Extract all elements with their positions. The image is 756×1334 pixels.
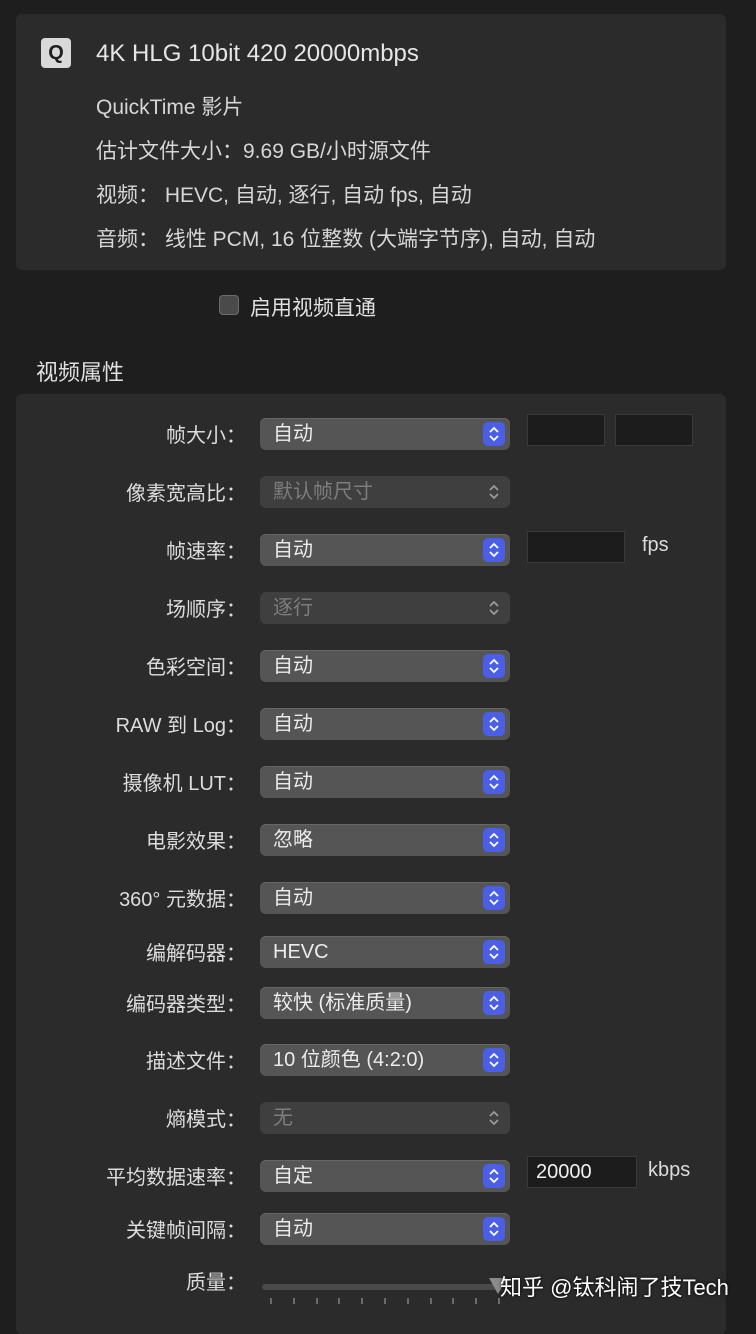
popup-value: 自动 (273, 539, 313, 561)
quicktime-icon: Q (41, 38, 71, 68)
slider-tick (292, 1298, 295, 1304)
row-label: 编解码器： (146, 943, 246, 965)
updown-chevron-icon (483, 654, 505, 678)
row-label: 像素宽高比： (126, 483, 246, 505)
video-summary-line: 视频： HEVC, 自动, 逐行, 自动 fps, 自动 (96, 184, 472, 207)
watermark: 知乎 @钛科闹了技Tech (500, 1275, 729, 1300)
row-label: 电影效果： (146, 831, 246, 853)
video-passthrough-label[interactable]: 启用视频直通 (250, 292, 376, 322)
updown-chevron-icon (483, 1048, 505, 1072)
quality-label: 质量： (186, 1272, 246, 1294)
updown-chevron-icon (483, 1106, 505, 1130)
row-popup-button: 无 (260, 1102, 510, 1134)
row-popup-button[interactable]: 较快 (标准质量) (260, 987, 510, 1019)
frame-rate-field[interactable] (527, 531, 625, 563)
row-popup-button[interactable]: 自动 (260, 650, 510, 682)
row-label: 关键帧间隔： (126, 1220, 246, 1242)
video-properties-heading: 视频属性 (36, 360, 125, 385)
row-popup-button: 逐行 (260, 592, 510, 624)
row-label: 色彩空间： (146, 657, 246, 679)
popup-value: 自动 (273, 713, 313, 735)
slider-tick (338, 1298, 341, 1304)
updown-chevron-icon (483, 828, 505, 852)
popup-value: 忽略 (273, 829, 313, 851)
popup-value: 无 (273, 1107, 293, 1129)
popup-value: 默认帧尺寸 (273, 481, 373, 503)
popup-value: 自动 (273, 655, 313, 677)
updown-chevron-icon (483, 940, 505, 964)
row-label: 场顺序： (166, 599, 246, 621)
row-popup-button[interactable]: 自动 (260, 766, 510, 798)
row-popup-button[interactable]: 10 位颜色 (4:2:0) (260, 1044, 510, 1076)
fps-unit-label: fps (642, 534, 669, 556)
row-label: 熵模式： (166, 1109, 246, 1131)
row-popup-button[interactable]: 自动 (260, 708, 510, 740)
frame-height-field[interactable] (615, 414, 693, 446)
estimated-size-line: 估计文件大小：9.69 GB/小时源文件 (96, 140, 431, 163)
row-popup-button[interactable]: 自动 (260, 882, 510, 914)
updown-chevron-icon (483, 538, 505, 562)
audio-summary-line: 音频： 线性 PCM, 16 位整数 (大端字节序), 自动, 自动 (96, 228, 596, 251)
updown-chevron-icon (483, 991, 505, 1015)
updown-chevron-icon (483, 1164, 505, 1188)
updown-chevron-icon (483, 596, 505, 620)
row-label: 摄像机 LUT： (122, 773, 246, 795)
kbps-unit-label: kbps (648, 1159, 691, 1181)
row-label: 编码器类型： (126, 994, 246, 1016)
slider-tick (406, 1298, 409, 1304)
row-label: 360° 元数据： (119, 889, 246, 911)
row-popup-button[interactable]: 自动 (260, 1213, 510, 1245)
slider-tick (270, 1298, 272, 1304)
row-popup-button[interactable]: HEVC (260, 936, 510, 968)
slider-tick (315, 1298, 318, 1304)
slider-tick (452, 1298, 455, 1304)
preset-title: 4K HLG 10bit 420 20000mbps (96, 40, 419, 67)
slider-tick (429, 1298, 432, 1304)
popup-value: 较快 (标准质量) (273, 992, 412, 1014)
row-label: RAW 到 Log： (115, 715, 246, 737)
row-label: 平均数据速率： (106, 1167, 246, 1189)
row-popup-button[interactable]: 忽略 (260, 824, 510, 856)
popup-value: 逐行 (273, 597, 313, 619)
bitrate-field[interactable]: 20000 (527, 1156, 637, 1188)
video-passthrough-checkbox[interactable] (219, 295, 239, 315)
row-popup-button[interactable]: 自动 (260, 418, 510, 450)
row-label: 帧大小： (166, 425, 246, 447)
updown-chevron-icon (483, 712, 505, 736)
popup-value: 自动 (273, 887, 313, 909)
frame-width-field[interactable] (527, 414, 605, 446)
updown-chevron-icon (483, 886, 505, 910)
quality-slider[interactable] (262, 1284, 498, 1290)
updown-chevron-icon (483, 422, 505, 446)
row-popup-button[interactable]: 自定 (260, 1160, 510, 1192)
popup-value: 自动 (273, 423, 313, 445)
row-label: 帧速率： (166, 541, 246, 563)
slider-tick (361, 1298, 364, 1304)
updown-chevron-icon (483, 770, 505, 794)
updown-chevron-icon (483, 480, 505, 504)
popup-value: 自定 (273, 1165, 313, 1187)
popup-value: 自动 (273, 1218, 313, 1240)
popup-value: 自动 (273, 771, 313, 793)
popup-value: HEVC (273, 941, 329, 963)
slider-tick (384, 1298, 386, 1304)
row-popup-button[interactable]: 自动 (260, 534, 510, 566)
row-popup-button: 默认帧尺寸 (260, 476, 510, 508)
format-line: QuickTime 影片 (96, 96, 244, 119)
row-label: 描述文件： (146, 1051, 246, 1073)
slider-tick (475, 1298, 478, 1304)
updown-chevron-icon (483, 1217, 505, 1241)
popup-value: 10 位颜色 (4:2:0) (273, 1049, 425, 1071)
